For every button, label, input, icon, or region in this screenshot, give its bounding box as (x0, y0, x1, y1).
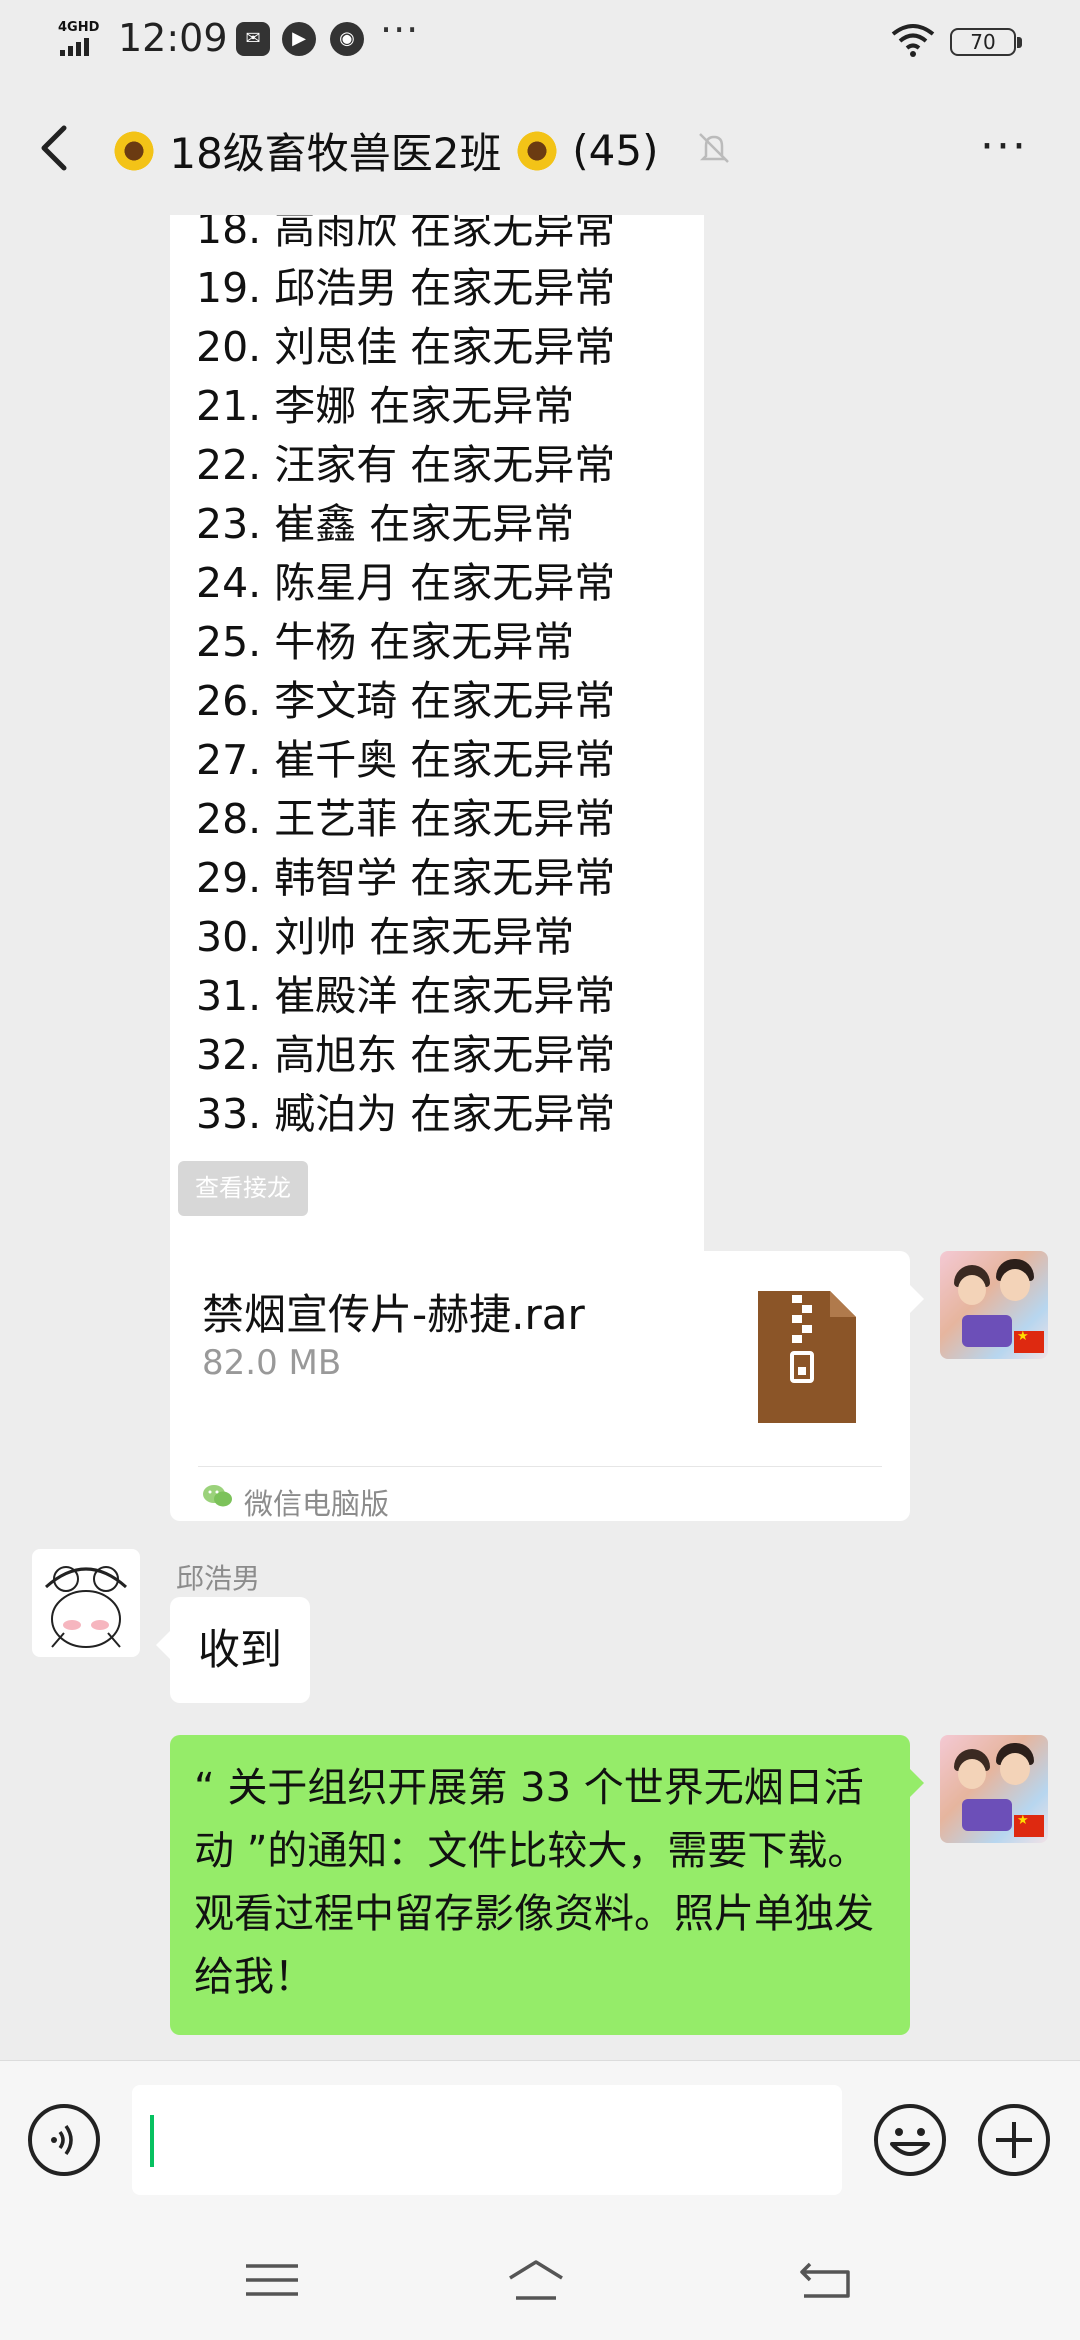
file-size: 82.0 MB (202, 1343, 342, 1383)
list-item: 19. 邱浩男 在家无异常 (196, 264, 616, 312)
member-count: (45) (572, 126, 659, 175)
back-icon[interactable] (30, 118, 80, 178)
file-source: 微信电脑版 (244, 1487, 390, 1521)
list-item: 30. 刘帅 在家无异常 (196, 913, 575, 961)
list-item: 28. 王艺菲 在家无异常 (196, 795, 616, 843)
list-item: 31. 崔殿洋 在家无异常 (196, 972, 616, 1020)
list-item: 27. 崔千奥 在家无异常 (196, 736, 616, 784)
checkin-list: 18. 高雨欣 在家无异常 19. 邱浩男 在家无异常 20. 刘思佳 在家无异… (196, 215, 615, 1144)
chat-title[interactable]: 18级畜牧兽医2班 (45) (112, 120, 658, 181)
network-type: 4GHD (58, 20, 100, 35)
list-item: 24. 陈星月 在家无异常 (196, 559, 616, 607)
text-cursor (150, 2115, 154, 2167)
file-name: 禁烟宣传片-赫捷.rar (202, 1290, 585, 1339)
battery-icon: 70 (950, 28, 1022, 56)
sunflower-icon (514, 128, 559, 173)
status-time: 12:09 (118, 16, 228, 60)
sender-avatar[interactable] (32, 1549, 140, 1657)
signal-icon: 4GHD (58, 20, 108, 60)
list-item: 20. 刘思佳 在家无异常 (196, 323, 616, 371)
list-item: 32. 高旭东 在家无异常 (196, 1031, 616, 1079)
voice-icon (51, 2124, 73, 2156)
list-item: 26. 李文琦 在家无异常 (196, 677, 616, 725)
list-item: 22. 汪家有 在家无异常 (196, 441, 616, 489)
system-navigation-bar (0, 2220, 1080, 2340)
message-bubble-received[interactable]: 收到 (156, 1597, 310, 1703)
wechat-icon (203, 1485, 232, 1507)
my-avatar[interactable] (940, 1251, 1048, 1359)
voice-input-button[interactable] (28, 2104, 100, 2176)
menu-icon[interactable] (242, 2256, 302, 2304)
more-options-icon[interactable]: ··· (980, 125, 1028, 169)
back-nav-icon[interactable] (796, 2256, 856, 2304)
play-icon: ▶ (282, 22, 316, 56)
more-functions-button[interactable] (978, 2104, 1050, 2176)
sunflower-icon (112, 128, 156, 173)
message-input[interactable] (132, 2085, 842, 2195)
message-bubble-sent[interactable]: “ 关于组织开展第 33 个世界无烟日活动 ”的通知：文件比较大，需要下载。观看… (170, 1735, 924, 2035)
list-item: 21. 李娜 在家无异常 (196, 382, 575, 430)
wifi-icon (891, 24, 935, 57)
file-message-card[interactable]: 禁烟宣传片-赫捷.rar 82.0 MB 微信电脑版 (170, 1251, 924, 1521)
status-bar: 4GHD 12:09 ✉ ▶ ◉ ··· 70 (0, 0, 1080, 80)
chat-icon: ◉ (330, 22, 364, 56)
group-name: 18级畜牧兽医2班 (169, 129, 502, 178)
my-avatar[interactable] (940, 1735, 1048, 1843)
message-icon: ✉ (236, 22, 270, 56)
list-item: 33. 臧泊为 在家无异常 (196, 1090, 616, 1138)
mute-bell-icon (699, 133, 729, 163)
view-chain-button[interactable]: 查看接龙 (178, 1161, 308, 1216)
list-item: 29. 韩智学 在家无异常 (196, 854, 616, 902)
home-icon[interactable] (506, 2256, 566, 2304)
zip-file-icon (758, 1291, 856, 1423)
input-bar (0, 2060, 1080, 2221)
chat-header: 18级畜牧兽医2班 (45) ··· (0, 80, 1080, 215)
list-item: 23. 崔鑫 在家无异常 (196, 500, 575, 548)
battery-level: 70 (970, 30, 996, 54)
divider (198, 1466, 882, 1467)
list-item: 25. 牛杨 在家无异常 (196, 618, 575, 666)
sender-name: 邱浩男 (176, 1562, 261, 1595)
message-list[interactable]: 18. 高雨欣 在家无异常 19. 邱浩男 在家无异常 20. 刘思佳 在家无异… (0, 215, 1080, 2060)
more-notifications-icon: ··· (380, 8, 420, 52)
list-item: 18. 高雨欣 在家无异常 (196, 215, 616, 253)
message-text: “ 关于组织开展第 33 个世界无烟日活动 ”的通知：文件比较大，需要下载。观看… (194, 1765, 874, 2000)
emoji-button[interactable] (872, 2102, 948, 2178)
